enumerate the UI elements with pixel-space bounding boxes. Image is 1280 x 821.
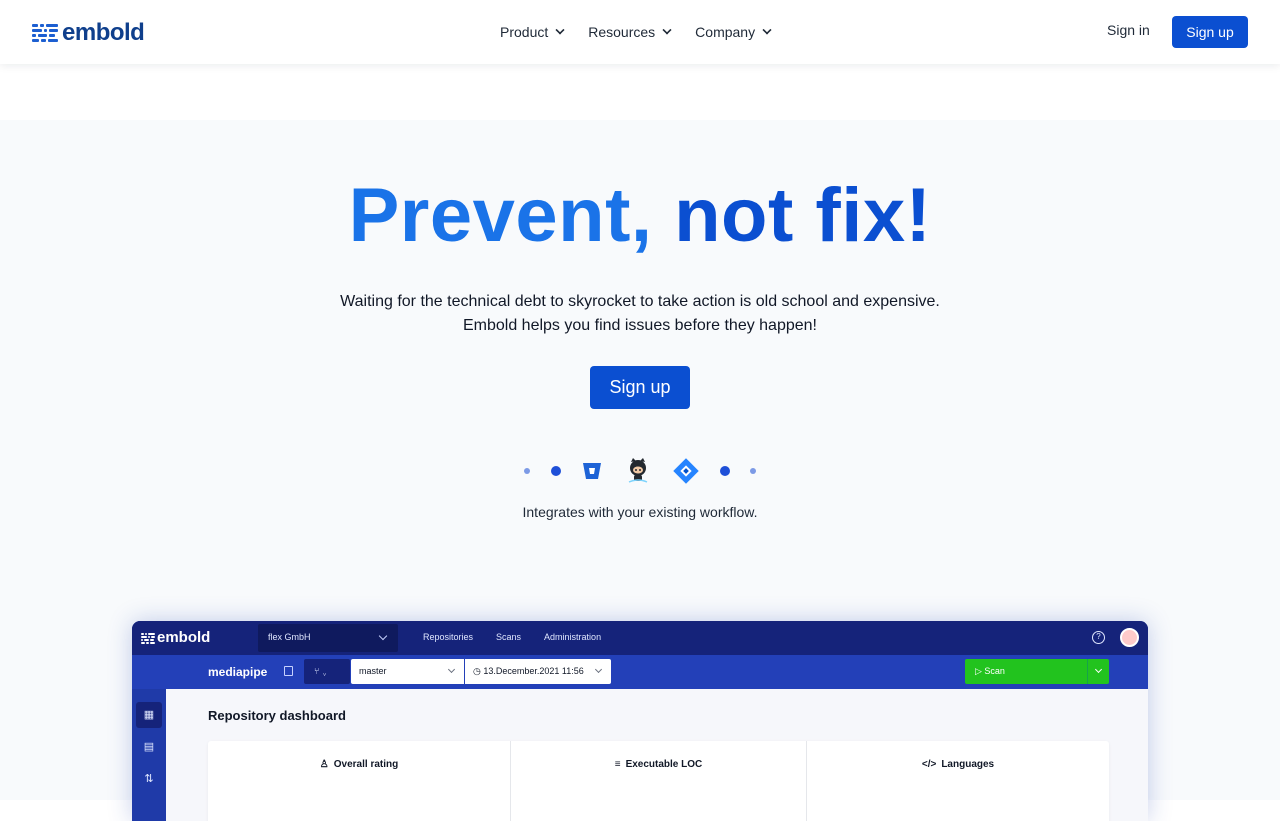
app-logo: embold	[141, 629, 210, 647]
app-nav-scans[interactable]: Scans	[496, 632, 521, 642]
hero-subtitle: Waiting for the technical debt to skyroc…	[0, 290, 1280, 338]
org-select[interactable]: flex GmbH	[258, 624, 398, 652]
jira-icon	[673, 458, 699, 484]
lines-icon: ≡	[614, 759, 621, 770]
avatar[interactable]	[1120, 628, 1139, 647]
menu-item-resources[interactable]: Resources	[588, 22, 672, 42]
integrations-label: Integrates with your existing workflow.	[522, 504, 758, 520]
hero-title-part2: not fix!	[674, 173, 932, 258]
menu-item-company[interactable]: Company	[695, 22, 772, 42]
org-select-value: flex GmbH	[268, 632, 311, 642]
bitbucket-icon	[583, 463, 601, 479]
card-overall-rating: ♙ Overall rating	[208, 741, 510, 821]
dashboard-icon[interactable]: ▦	[136, 702, 162, 728]
card-label: </> Languages	[921, 759, 995, 770]
snapshot-date-value: 13.December.2021 11:56	[483, 666, 584, 676]
chevron-down-icon	[378, 631, 388, 641]
top-navigation: embold Product Resources Company Sign in…	[0, 0, 1280, 64]
decorative-dot	[524, 468, 530, 474]
hero-sign-up-button[interactable]: Sign up	[590, 366, 690, 409]
play-icon: ▷	[975, 666, 985, 676]
dashboard-title: Repository dashboard	[208, 708, 346, 723]
decorative-dot	[750, 468, 756, 474]
main-menu: Product Resources Company	[500, 22, 795, 42]
card-languages: </> Languages	[806, 741, 1109, 821]
hero-section: Prevent, not fix! Waiting for the techni…	[0, 120, 1280, 821]
help-icon[interactable]: ?	[1092, 631, 1105, 644]
branch-select-value: master	[359, 666, 387, 676]
clock-icon: ◷	[473, 666, 484, 676]
hero-title: Prevent, not fix!	[0, 176, 1280, 256]
embold-logo-mark-icon	[141, 632, 155, 644]
snapshot-date-select[interactable]: ◷ 13.December.2021 11:56	[465, 659, 611, 684]
app-nav-administration[interactable]: Administration	[544, 632, 601, 642]
menu-item-label: Company	[695, 24, 756, 40]
menu-item-label: Resources	[588, 24, 656, 40]
hero-subtitle-line1: Waiting for the technical debt to skyroc…	[340, 293, 940, 310]
github-icon	[628, 458, 648, 483]
chevron-down-icon	[1094, 665, 1103, 674]
app-sidebar: ▦ ▤ ⇅	[132, 689, 166, 821]
chevron-down-icon	[662, 25, 672, 35]
sign-in-link[interactable]: Sign in	[1107, 22, 1150, 38]
menu-item-label: Product	[500, 24, 549, 40]
scan-label: Scan	[984, 666, 1005, 676]
branch-select[interactable]: master	[351, 659, 464, 684]
logo-text: embold	[62, 19, 145, 46]
scan-button[interactable]: ▷ Scan	[965, 659, 1087, 684]
layout-icon[interactable]: ▤	[136, 734, 162, 760]
card-label: ♙ Overall rating	[319, 759, 399, 770]
chevron-down-icon	[555, 25, 565, 35]
hero-subtitle-line2: Embold helps you find issues before they…	[462, 317, 817, 334]
card-label: ≡ Executable LOC	[614, 759, 703, 770]
branch-icon-button[interactable]: ⑂ ⌄	[304, 659, 350, 684]
app-main: Repository dashboard ♙ Overall rating ≡ Ex…	[166, 689, 1148, 821]
chevron-down-icon	[762, 25, 772, 35]
decorative-dot	[551, 466, 561, 476]
app-nav: Repositories Scans Administration	[423, 632, 624, 642]
app-preview: embold flex GmbH Repositories Scans Admi…	[132, 621, 1148, 821]
embold-logo-mark-icon	[32, 22, 58, 44]
chevron-down-icon	[447, 665, 456, 674]
app-top-bar: embold flex GmbH Repositories Scans Admi…	[132, 621, 1148, 655]
code-icon: </>	[921, 759, 937, 770]
menu-item-product[interactable]: Product	[500, 22, 565, 42]
award-icon: ♙	[319, 759, 329, 770]
integrations-row	[0, 453, 1280, 489]
app-nav-repositories[interactable]: Repositories	[423, 632, 473, 642]
app-logo-text: embold	[157, 629, 211, 646]
hero-title-part1: Prevent,	[348, 173, 675, 258]
card-executable-loc: ≡ Executable LOC	[510, 741, 806, 821]
metric-cards: ♙ Overall rating ≡ Executable LOC </> Langu…	[208, 741, 1109, 821]
scan-dropdown-button[interactable]	[1087, 659, 1109, 684]
embold-logo[interactable]: embold	[32, 19, 145, 46]
chevron-down-icon	[594, 665, 603, 674]
repo-icon	[284, 666, 293, 676]
repo-name: mediapipe	[208, 665, 268, 679]
repo-toolbar: mediapipe ⑂ ⌄ master ◷ 13.December.2021 …	[132, 655, 1148, 689]
sign-up-button[interactable]: Sign up	[1172, 16, 1248, 48]
decorative-dot	[720, 466, 730, 476]
sort-icon[interactable]: ⇅	[136, 766, 162, 792]
